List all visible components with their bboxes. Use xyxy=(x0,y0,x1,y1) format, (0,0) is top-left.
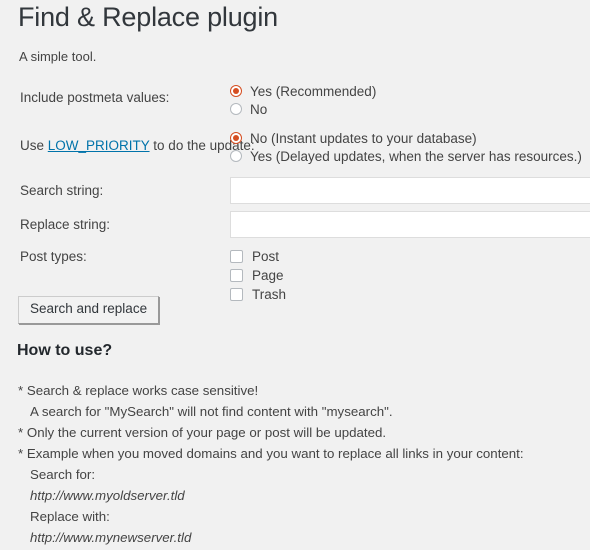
form-row-replace-string: Replace string: xyxy=(0,211,590,238)
field-replace-string xyxy=(230,211,590,238)
radio-label-low-priority-yes: Yes (Delayed updates, when the server ha… xyxy=(250,148,582,164)
label-include-postmeta: Include postmeta values: xyxy=(20,90,170,105)
checkbox-option-page[interactable]: Page xyxy=(230,266,590,285)
checkbox-icon-post[interactable] xyxy=(230,250,243,263)
field-post-types: Post Page Trash xyxy=(230,247,590,304)
radio-label-postmeta-yes: Yes (Recommended) xyxy=(250,83,377,99)
low-priority-link[interactable]: LOW_PRIORITY xyxy=(48,138,150,153)
radio-label-postmeta-no: No xyxy=(250,101,268,117)
search-and-replace-button[interactable]: Search and replace xyxy=(18,296,160,324)
form-row-search-string: Search string: xyxy=(0,177,590,204)
plugin-page: Find & Replace plugin A simple tool. Inc… xyxy=(0,0,590,550)
radio-option-low-priority-yes[interactable]: Yes (Delayed updates, when the server ha… xyxy=(230,147,590,165)
page-subtitle: A simple tool. xyxy=(19,49,97,64)
radio-icon-low-priority-no[interactable] xyxy=(230,132,242,144)
checkbox-label-page: Page xyxy=(252,268,284,283)
howto-line: A search for "MySearch" will not find co… xyxy=(30,404,393,419)
checkbox-icon-page[interactable] xyxy=(230,269,243,282)
page-title: Find & Replace plugin xyxy=(18,2,278,32)
checkbox-label-trash: Trash xyxy=(252,287,287,302)
label-low-priority: Use LOW_PRIORITY to do the update: xyxy=(0,129,255,153)
howto-line: * Example when you moved domains and you… xyxy=(18,446,524,461)
settings-form: Include postmeta values: Yes (Recommende… xyxy=(0,82,590,304)
submit-area: Search and replace xyxy=(18,296,160,324)
radio-option-postmeta-yes[interactable]: Yes (Recommended) xyxy=(230,82,590,100)
howto-heading: How to use? xyxy=(17,342,113,359)
form-row-postmeta: Include postmeta values: Yes (Recommende… xyxy=(0,82,590,118)
radio-label-low-priority-no: No (Instant updates to your database) xyxy=(250,130,477,146)
replace-string-input[interactable] xyxy=(230,211,590,238)
radio-icon-postmeta-yes[interactable] xyxy=(230,85,242,97)
field-low-priority: No (Instant updates to your database) Ye… xyxy=(230,129,590,165)
howto-line-url: http://www.mynewserver.tld xyxy=(30,530,192,545)
howto-line: * Only the current version of your page … xyxy=(18,425,387,440)
howto-line: * Search & replace works case sensitive! xyxy=(18,383,259,398)
field-include-postmeta: Yes (Recommended) No xyxy=(230,82,590,118)
search-string-input[interactable] xyxy=(230,177,590,204)
radio-icon-low-priority-yes[interactable] xyxy=(230,150,242,162)
checkbox-option-trash[interactable]: Trash xyxy=(230,285,590,304)
radio-icon-postmeta-no[interactable] xyxy=(230,103,242,115)
form-row-low-priority: Use LOW_PRIORITY to do the update: No (I… xyxy=(0,129,590,165)
howto-line: Search for: xyxy=(30,467,96,482)
label-replace-string: Replace string: xyxy=(20,217,111,232)
checkbox-icon-trash[interactable] xyxy=(230,288,243,301)
checkbox-option-post[interactable]: Post xyxy=(230,247,590,266)
howto-line-url: http://www.myoldserver.tld xyxy=(30,488,185,503)
label-search-string: Search string: xyxy=(20,183,104,198)
howto-line: Replace with: xyxy=(30,509,110,524)
radio-option-postmeta-no[interactable]: No xyxy=(230,100,590,118)
label-low-priority-prefix: Use xyxy=(20,138,48,153)
howto-body: * Search & replace works case sensitive!… xyxy=(18,380,578,548)
radio-option-low-priority-no[interactable]: No (Instant updates to your database) xyxy=(230,129,590,147)
label-post-types: Post types: xyxy=(20,249,87,264)
checkbox-label-post: Post xyxy=(252,249,280,264)
field-search-string xyxy=(230,177,590,204)
